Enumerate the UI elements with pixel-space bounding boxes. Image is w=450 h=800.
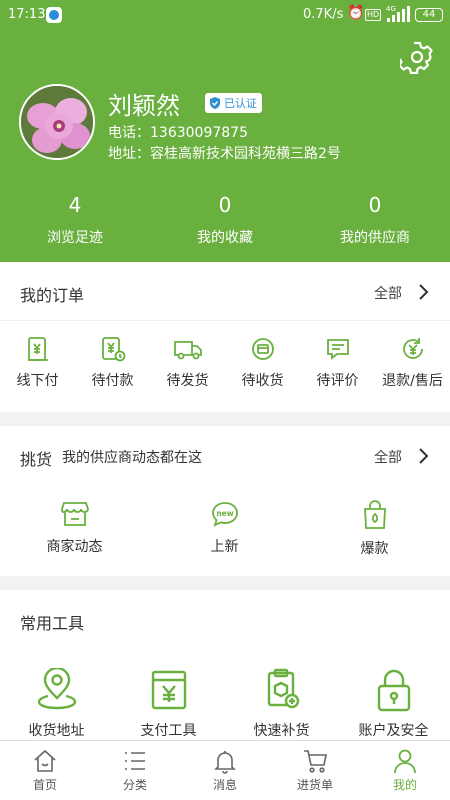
sourcing-new-arrivals[interactable]: new 上新 [187,500,262,556]
tab-messages[interactable]: 消息 [180,741,270,800]
new-icon: new [211,502,238,527]
refund-icon [402,338,423,359]
bottom-tab-bar: 首页 分类 消息 进货单 我的 [0,740,450,800]
tool-account-security[interactable]: 账户及安全 [356,668,431,740]
order-refund[interactable]: 退款/售后 [375,336,450,390]
sourcing-item-label: 爆款 [360,541,389,557]
stat-favorites[interactable]: 0 我的收藏 [150,193,300,247]
lock-icon [377,669,410,712]
signal-icon: 4G [386,5,410,22]
tools-card: 常用工具 收货地址 支付工具 快速补货 账户及安全 [0,590,450,740]
stat-browse-history[interactable]: 4 浏览足迹 [0,193,150,247]
sourcing-subtitle: 我的供应商动态都在这 [62,450,202,466]
tool-payment-tools[interactable]: 支付工具 [131,668,206,740]
payment-tool-icon [151,670,186,710]
app-notification-icon [46,7,62,23]
sourcing-item-label: 上新 [210,539,239,555]
pending-shipment-icon [173,341,202,360]
stat-label: 我的供应商 [340,230,410,246]
user-name: 刘颖然 [108,92,180,120]
divider [0,320,450,321]
order-item-label: 线下付 [16,373,59,389]
offline-pay-icon [27,337,48,361]
person-icon [394,749,416,774]
orders-title: 我的订单 [20,286,85,305]
order-pending-payment[interactable]: 待付款 [75,336,150,390]
pending-review-icon [326,339,349,360]
network-type: 4G [386,5,396,13]
orders-card: 我的订单 全部 线下付 待付款 待发货 待收货 待评价 退款/售后 [0,262,450,412]
profile-header: 17:13 0.7K/s ⏰ HD 4G 44 刘颖然 已认证 电话：13630… [0,0,450,262]
tab-label: 首页 [32,778,57,792]
tools-title: 常用工具 [20,614,85,633]
network-speed: 0.7K/s [303,7,344,22]
hd-badge: HD [365,9,382,21]
pending-receipt-icon [251,338,274,360]
chevron-right-icon[interactable] [418,447,430,465]
shield-icon [210,97,220,109]
user-phone: 电话：13630097875 [108,125,248,141]
order-item-label: 待评价 [316,373,359,389]
tab-home[interactable]: 首页 [0,741,90,800]
pending-payment-icon [101,337,125,362]
status-bar: 17:13 0.7K/s ⏰ HD 4G 44 [0,0,450,30]
order-item-label: 待发货 [166,373,209,389]
category-icon [125,752,145,770]
battery-indicator: 44 [415,8,443,22]
order-item-label: 退款/售后 [382,373,443,389]
sourcing-title: 挑货 [20,450,53,469]
sourcing-item-label: 商家动态 [46,539,103,555]
tab-label: 消息 [212,778,237,792]
stat-label: 浏览足迹 [47,230,103,246]
gear-icon[interactable] [400,40,434,74]
location-icon [37,668,76,710]
tool-item-label: 账户及安全 [358,723,429,739]
restock-icon [267,668,299,709]
tab-label: 进货单 [296,778,333,792]
orders-all-link[interactable]: 全部 [374,283,402,303]
order-pending-review[interactable]: 待评价 [300,336,375,390]
avatar[interactable] [19,84,95,160]
tab-label: 分类 [122,778,147,792]
order-pending-shipment[interactable]: 待发货 [150,336,225,390]
stat-value: 4 [68,193,82,217]
stat-value: 0 [218,193,232,217]
tool-item-label: 支付工具 [140,723,197,739]
sourcing-hot-items[interactable]: 爆款 [337,500,412,558]
cart-icon [304,750,327,773]
sourcing-shop-updates[interactable]: 商家动态 [37,500,112,556]
order-offline-pay[interactable]: 线下付 [0,336,75,390]
hot-bag-icon [363,500,386,529]
sourcing-all-link[interactable]: 全部 [374,447,402,467]
verified-label: 已认证 [224,97,257,110]
tool-shipping-address[interactable]: 收货地址 [19,668,94,740]
order-pending-receipt[interactable]: 待收货 [225,336,300,390]
alarm-icon: ⏰ [347,5,365,21]
tool-item-label: 收货地址 [28,723,85,739]
tab-label: 我的 [392,778,417,792]
sourcing-card: 挑货 我的供应商动态都在这 全部 商家动态 new 上新 爆款 [0,426,450,576]
bell-icon [214,751,236,774]
status-time: 17:13 [8,7,46,22]
stat-suppliers[interactable]: 0 我的供应商 [300,193,450,247]
stat-label: 我的收藏 [197,230,253,246]
order-item-label: 待收货 [241,373,284,389]
order-item-label: 待付款 [91,373,134,389]
tool-item-label: 快速补货 [253,723,310,739]
chevron-right-icon[interactable] [418,283,430,301]
svg-text:new: new [216,509,233,518]
stat-value: 0 [368,193,382,217]
verified-badge: 已认证 [205,93,262,113]
shop-icon [60,502,89,526]
tab-category[interactable]: 分类 [90,741,180,800]
tab-cart[interactable]: 进货单 [270,741,360,800]
tab-mine[interactable]: 我的 [360,741,450,800]
tool-quick-restock[interactable]: 快速补货 [244,668,319,740]
user-address: 地址：容桂高新技术园科苑横三路2号 [108,146,341,162]
home-icon [34,749,56,772]
